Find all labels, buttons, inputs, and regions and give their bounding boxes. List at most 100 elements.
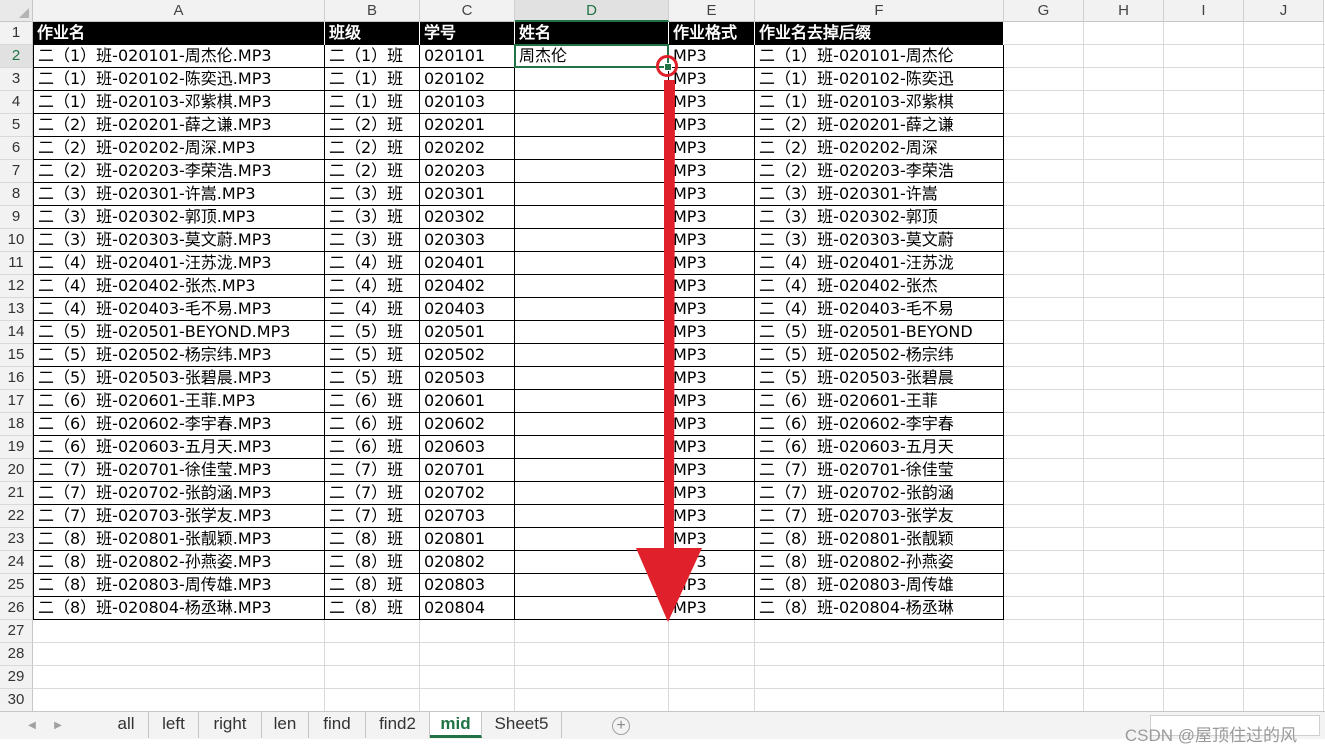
cell-e26[interactable]: MP3 [669,597,755,620]
column-header-a[interactable]: A [33,0,325,22]
row-header-10[interactable]: 10 [0,229,33,252]
cell-c3[interactable]: 020102 [420,68,515,91]
cell-c14[interactable]: 020501 [420,321,515,344]
cell-c22[interactable]: 020703 [420,505,515,528]
cell-c18[interactable]: 020602 [420,413,515,436]
cell-f14[interactable]: 二（5）班-020501-BEYOND [755,321,1004,344]
cell-c6[interactable]: 020202 [420,137,515,160]
row-header-4[interactable]: 4 [0,91,33,114]
cell-c21[interactable]: 020702 [420,482,515,505]
cell-d3[interactable] [515,68,669,91]
header-cell-f[interactable]: 作业名去掉后缀 [755,22,1004,45]
cell-a4[interactable]: 二（1）班-020103-邓紫棋.MP3 [33,91,325,114]
cell-b7[interactable]: 二（2）班 [325,160,420,183]
cell-f4[interactable]: 二（1）班-020103-邓紫棋 [755,91,1004,114]
cell-d20[interactable] [515,459,669,482]
cell-f25[interactable]: 二（8）班-020803-周传雄 [755,574,1004,597]
cell-c4[interactable]: 020103 [420,91,515,114]
cell-b11[interactable]: 二（4）班 [325,252,420,275]
row-header-26[interactable]: 26 [0,597,33,620]
cell-e6[interactable]: MP3 [669,137,755,160]
cell-b2[interactable]: 二（1）班 [325,45,420,68]
cell-f2[interactable]: 二（1）班-020101-周杰伦 [755,45,1004,68]
row-header-17[interactable]: 17 [0,390,33,413]
cell-d16[interactable] [515,367,669,390]
cell-e5[interactable]: MP3 [669,114,755,137]
cell-c20[interactable]: 020701 [420,459,515,482]
cell-d8[interactable] [515,183,669,206]
cell-f23[interactable]: 二（8）班-020801-张靓颖 [755,528,1004,551]
cell-b26[interactable]: 二（8）班 [325,597,420,620]
column-header-h[interactable]: H [1084,0,1164,22]
cell-c13[interactable]: 020403 [420,298,515,321]
cell-d14[interactable] [515,321,669,344]
cell-a25[interactable]: 二（8）班-020803-周传雄.MP3 [33,574,325,597]
cell-c8[interactable]: 020301 [420,183,515,206]
sheet-tab-all[interactable]: all [104,712,149,738]
cell-f24[interactable]: 二（8）班-020802-孙燕姿 [755,551,1004,574]
cell-e10[interactable]: MP3 [669,229,755,252]
cell-b25[interactable]: 二（8）班 [325,574,420,597]
cell-d15[interactable] [515,344,669,367]
cell-b21[interactable]: 二（7）班 [325,482,420,505]
cell-f20[interactable]: 二（7）班-020701-徐佳莹 [755,459,1004,482]
cell-a12[interactable]: 二（4）班-020402-张杰.MP3 [33,275,325,298]
row-header-30[interactable]: 30 [0,689,33,711]
sheet-tab-find2[interactable]: find2 [366,712,430,738]
cell-a11[interactable]: 二（4）班-020401-汪苏泷.MP3 [33,252,325,275]
cell-f21[interactable]: 二（7）班-020702-张韵涵 [755,482,1004,505]
cell-a22[interactable]: 二（7）班-020703-张学友.MP3 [33,505,325,528]
column-header-g[interactable]: G [1004,0,1084,22]
cell-b24[interactable]: 二（8）班 [325,551,420,574]
cell-c15[interactable]: 020502 [420,344,515,367]
cell-e13[interactable]: MP3 [669,298,755,321]
cell-e16[interactable]: MP3 [669,367,755,390]
cell-a23[interactable]: 二（8）班-020801-张靓颖.MP3 [33,528,325,551]
cell-c2[interactable]: 020101 [420,45,515,68]
cell-e15[interactable]: MP3 [669,344,755,367]
cell-e17[interactable]: MP3 [669,390,755,413]
cell-f12[interactable]: 二（4）班-020402-张杰 [755,275,1004,298]
header-cell-e[interactable]: 作业格式 [669,22,755,45]
cell-f5[interactable]: 二（2）班-020201-薛之谦 [755,114,1004,137]
cell-c5[interactable]: 020201 [420,114,515,137]
cell-b12[interactable]: 二（4）班 [325,275,420,298]
cell-a2[interactable]: 二（1）班-020101-周杰伦.MP3 [33,45,325,68]
cell-f7[interactable]: 二（2）班-020203-李荣浩 [755,160,1004,183]
cell-d22[interactable] [515,505,669,528]
row-header-8[interactable]: 8 [0,183,33,206]
cell-f18[interactable]: 二（6）班-020602-李宇春 [755,413,1004,436]
cell-e14[interactable]: MP3 [669,321,755,344]
cell-d4[interactable] [515,91,669,114]
cell-d6[interactable] [515,137,669,160]
cell-c10[interactable]: 020303 [420,229,515,252]
cell-f22[interactable]: 二（7）班-020703-张学友 [755,505,1004,528]
cell-a6[interactable]: 二（2）班-020202-周深.MP3 [33,137,325,160]
row-header-12[interactable]: 12 [0,275,33,298]
cell-e7[interactable]: MP3 [669,160,755,183]
cell-a9[interactable]: 二（3）班-020302-郭顶.MP3 [33,206,325,229]
cell-f16[interactable]: 二（5）班-020503-张碧晨 [755,367,1004,390]
cell-f15[interactable]: 二（5）班-020502-杨宗纬 [755,344,1004,367]
cell-a16[interactable]: 二（5）班-020503-张碧晨.MP3 [33,367,325,390]
row-header-9[interactable]: 9 [0,206,33,229]
cell-b8[interactable]: 二（3）班 [325,183,420,206]
cell-d25[interactable] [515,574,669,597]
cell-c23[interactable]: 020801 [420,528,515,551]
cell-e24[interactable]: MP3 [669,551,755,574]
cell-e8[interactable]: MP3 [669,183,755,206]
sheet-tab-left[interactable]: left [149,712,199,738]
cell-a15[interactable]: 二（5）班-020502-杨宗纬.MP3 [33,344,325,367]
cell-d5[interactable] [515,114,669,137]
row-header-29[interactable]: 29 [0,666,33,689]
cell-a19[interactable]: 二（6）班-020603-五月天.MP3 [33,436,325,459]
cell-d11[interactable] [515,252,669,275]
row-header-19[interactable]: 19 [0,436,33,459]
cell-d13[interactable] [515,298,669,321]
plus-circle-icon[interactable]: + [612,717,630,735]
header-cell-a[interactable]: 作业名 [33,22,325,45]
cell-a24[interactable]: 二（8）班-020802-孙燕姿.MP3 [33,551,325,574]
row-header-24[interactable]: 24 [0,551,33,574]
cell-b18[interactable]: 二（6）班 [325,413,420,436]
cell-d19[interactable] [515,436,669,459]
